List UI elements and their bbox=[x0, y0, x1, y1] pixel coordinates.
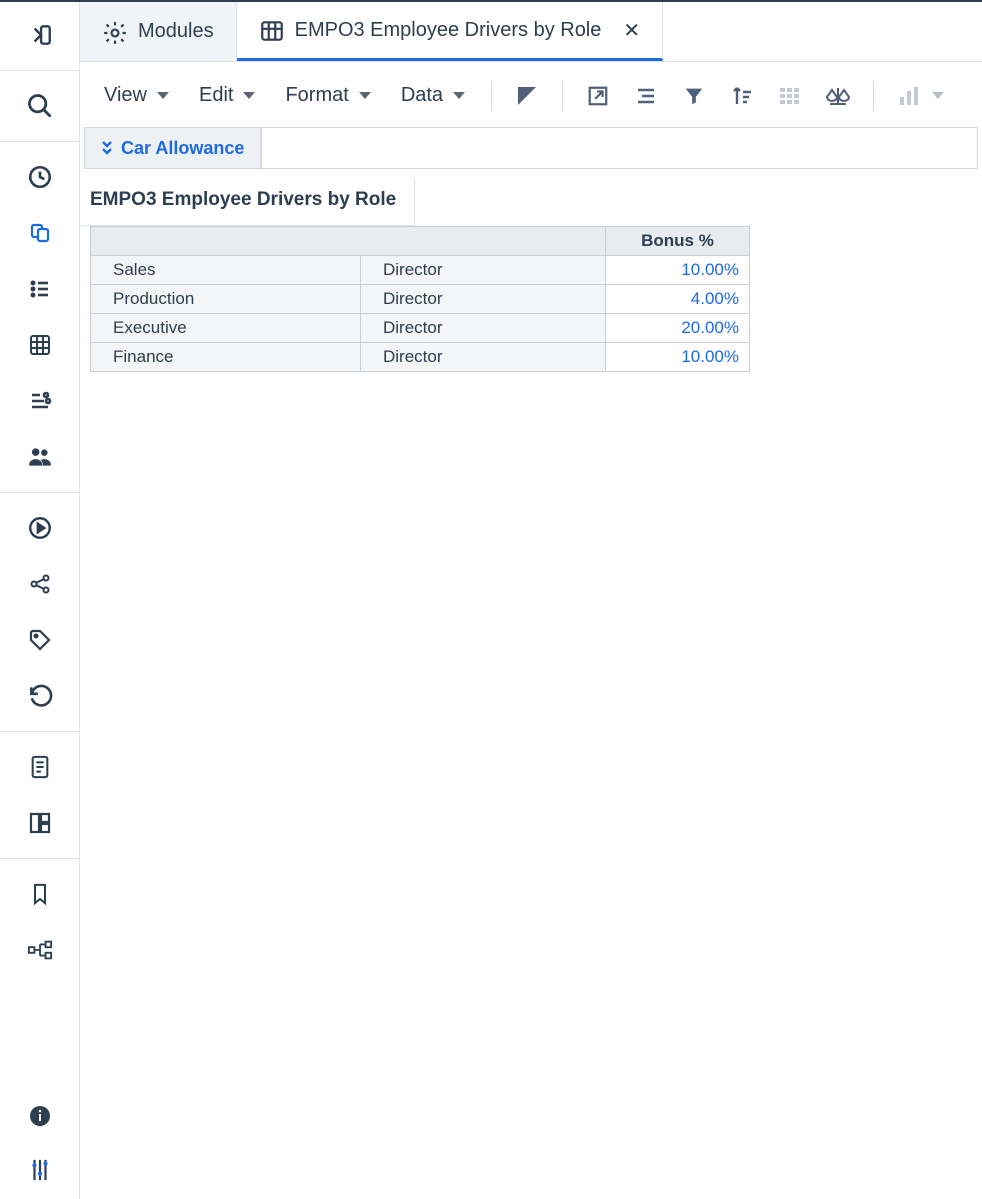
left-sidebar bbox=[0, 2, 80, 1199]
pivot-empty-area bbox=[261, 128, 977, 168]
col-header-bonus[interactable]: Bonus % bbox=[606, 227, 750, 256]
row-dept[interactable]: Sales bbox=[91, 256, 361, 285]
toolbar-align-icon[interactable] bbox=[631, 81, 661, 111]
double-chevron-icon bbox=[101, 140, 113, 156]
list-icon[interactable] bbox=[20, 274, 60, 304]
toolbar-sort-icon[interactable] bbox=[727, 81, 757, 111]
table-row: SalesDirector10.00% bbox=[91, 256, 750, 285]
tab-module-empo3[interactable]: EMPO3 Employee Drivers by Role ✕ bbox=[237, 2, 664, 61]
sliders-icon[interactable] bbox=[20, 1155, 60, 1185]
row-dept[interactable]: Finance bbox=[91, 343, 361, 372]
row-role[interactable]: Director bbox=[361, 343, 606, 372]
table-corner bbox=[91, 227, 606, 256]
info-circle-icon[interactable] bbox=[20, 1101, 60, 1131]
menu-format[interactable]: Format bbox=[279, 80, 376, 111]
pivot-selector[interactable]: Car Allowance bbox=[85, 128, 261, 168]
tab-label: Modules bbox=[138, 20, 214, 43]
menu-label: View bbox=[104, 84, 147, 107]
row-dept[interactable]: Executive bbox=[91, 314, 361, 343]
filter-list-icon[interactable] bbox=[20, 386, 60, 416]
row-role[interactable]: Director bbox=[361, 256, 606, 285]
row-dept[interactable]: Production bbox=[91, 285, 361, 314]
table-row: FinanceDirector10.00% bbox=[91, 343, 750, 372]
menu-view[interactable]: View bbox=[98, 80, 175, 111]
dashboard-icon[interactable] bbox=[20, 808, 60, 838]
gear-icon bbox=[102, 20, 126, 44]
chevron-down-icon bbox=[453, 92, 465, 99]
menu-label: Edit bbox=[199, 84, 233, 107]
history-icon[interactable] bbox=[20, 681, 60, 711]
row-role[interactable]: Director bbox=[361, 314, 606, 343]
toolbar-pivot-icon[interactable] bbox=[583, 81, 613, 111]
toolbar-cells-icon bbox=[775, 81, 805, 111]
chevron-down-icon bbox=[359, 92, 371, 99]
clock-icon[interactable] bbox=[20, 162, 60, 192]
grid-icon[interactable] bbox=[20, 330, 60, 360]
tag-icon[interactable] bbox=[20, 625, 60, 655]
search-icon[interactable] bbox=[20, 91, 60, 121]
panel-toggle-icon[interactable] bbox=[20, 20, 60, 50]
menu-data[interactable]: Data bbox=[395, 80, 471, 111]
menu-edit[interactable]: Edit bbox=[193, 80, 261, 111]
cell-bonus[interactable]: 4.00% bbox=[606, 285, 750, 314]
chart-bar-icon bbox=[894, 81, 924, 111]
play-circle-icon[interactable] bbox=[20, 513, 60, 543]
table-icon bbox=[259, 18, 283, 42]
cell-bonus[interactable]: 20.00% bbox=[606, 314, 750, 343]
pivot-label: Car Allowance bbox=[121, 138, 244, 159]
copy-icon[interactable] bbox=[20, 218, 60, 248]
users-icon[interactable] bbox=[20, 442, 60, 472]
table-row: ExecutiveDirector20.00% bbox=[91, 314, 750, 343]
hierarchy-icon[interactable] bbox=[20, 935, 60, 965]
toolbar-arrow-icon[interactable] bbox=[512, 81, 542, 111]
menu-label: Format bbox=[285, 84, 348, 107]
cell-bonus[interactable]: 10.00% bbox=[606, 343, 750, 372]
row-role[interactable]: Director bbox=[361, 285, 606, 314]
pivot-bar: Car Allowance bbox=[84, 127, 978, 169]
cell-bonus[interactable]: 10.00% bbox=[606, 256, 750, 285]
module-title: EMPO3 Employee Drivers by Role bbox=[80, 179, 415, 226]
tab-modules[interactable]: Modules bbox=[80, 2, 237, 61]
toolbar-filter-icon[interactable] bbox=[679, 81, 709, 111]
document-icon[interactable] bbox=[20, 752, 60, 782]
share-icon[interactable] bbox=[20, 569, 60, 599]
toolbar-chart-dropdown[interactable] bbox=[894, 81, 944, 111]
chevron-down-icon bbox=[243, 92, 255, 99]
tabstrip: Modules EMPO3 Employee Drivers by Role ✕ bbox=[80, 2, 982, 62]
menu-label: Data bbox=[401, 84, 443, 107]
tab-label: EMPO3 Employee Drivers by Role bbox=[295, 19, 602, 42]
bookmark-icon[interactable] bbox=[20, 879, 60, 909]
data-table: Bonus % SalesDirector10.00%ProductionDir… bbox=[90, 226, 750, 372]
chevron-down-icon bbox=[932, 92, 944, 99]
toolbar-scale-icon[interactable] bbox=[823, 81, 853, 111]
close-icon[interactable]: ✕ bbox=[623, 18, 640, 43]
table-row: ProductionDirector4.00% bbox=[91, 285, 750, 314]
menubar: View Edit Format Data bbox=[80, 62, 982, 127]
chevron-down-icon bbox=[157, 92, 169, 99]
